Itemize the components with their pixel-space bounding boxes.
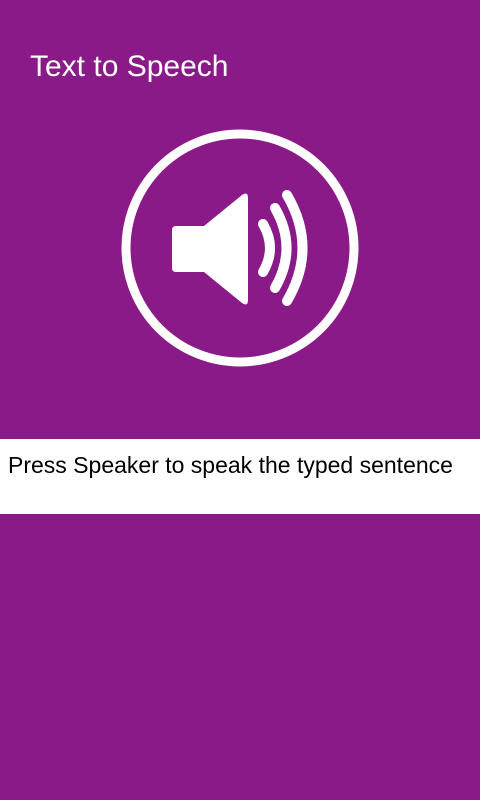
app-title: Text to Speech — [30, 50, 229, 83]
sentence-input[interactable]: Press Speaker to speak the typed sentenc… — [0, 439, 480, 514]
speaker-volume-icon — [121, 129, 359, 367]
speaker-button[interactable] — [120, 128, 360, 368]
